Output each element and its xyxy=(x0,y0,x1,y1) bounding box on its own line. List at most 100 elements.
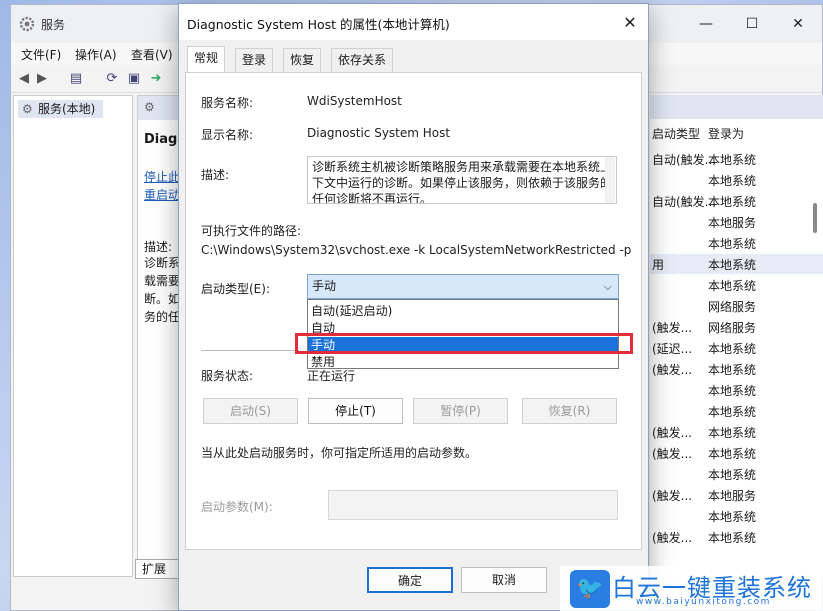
display-name-label: 显示名称: xyxy=(201,128,254,142)
row-startup-type[interactable]: (触发... xyxy=(652,361,692,378)
service-status-label: 服务状态: xyxy=(201,369,254,383)
dialog-close-button[interactable]: ✕ xyxy=(615,10,645,36)
console-tree: ⚙ 服务(本地) xyxy=(13,95,133,577)
row-startup-type[interactable]: (触发... xyxy=(652,424,692,441)
detail-desc-line: 务的任 xyxy=(144,310,181,324)
forward-arrow-icon[interactable]: ▶ xyxy=(33,70,51,88)
tab-recovery[interactable]: 恢复 xyxy=(283,48,322,72)
column-startup-type[interactable]: 启动类型 xyxy=(652,125,700,142)
bird-logo-icon: 🐦 xyxy=(570,570,610,608)
option-disabled[interactable]: 禁用 xyxy=(308,354,618,371)
detail-desc-line: 载需要 xyxy=(144,274,181,288)
row-logon-as[interactable]: 本地系统 xyxy=(708,361,756,378)
highlight-box xyxy=(295,333,633,354)
start-params-input[interactable] xyxy=(328,490,618,520)
row-logon-as[interactable]: 本地系统 xyxy=(708,424,756,441)
dialog-title: Diagnostic System Host 的属性(本地计算机) xyxy=(187,17,450,32)
chevron-down-icon: ⌵ xyxy=(603,280,612,293)
list-header-bar xyxy=(650,95,823,119)
row-logon-as[interactable]: 本地系统 xyxy=(708,529,756,546)
row-logon-as[interactable]: 本地系统 xyxy=(708,151,756,168)
start-params-label: 启动参数(M): xyxy=(201,500,273,514)
detail-service-title: Diagn xyxy=(144,132,180,147)
properties-dialog: Diagnostic System Host 的属性(本地计算机) ✕ 常规 登… xyxy=(178,3,649,611)
row-logon-as[interactable]: 本地系统 xyxy=(708,235,756,252)
startup-type-label: 启动类型(E): xyxy=(201,282,270,296)
row-startup-type[interactable]: (触发... xyxy=(652,445,692,462)
extended-tab[interactable]: 扩展 xyxy=(135,559,181,579)
services-list: 启动类型 登录为 自动(触发... 本地系统 本地系统 自动(触发... 本地系统 本地服… xyxy=(650,95,823,577)
divider xyxy=(201,350,299,351)
column-logon-as[interactable]: 登录为 xyxy=(708,125,744,142)
services-gear-icon xyxy=(19,16,35,32)
tab-logon[interactable]: 登录 xyxy=(235,48,274,72)
stop-button[interactable]: 停止(T) xyxy=(308,398,403,424)
display-name-value: Diagnostic System Host xyxy=(307,126,451,140)
row-logon-as[interactable]: 本地系统 xyxy=(708,403,756,420)
menu-file[interactable]: 文件(F) xyxy=(21,46,61,63)
row-logon-as[interactable]: 本地服务 xyxy=(708,214,756,231)
pause-button[interactable]: 暂停(P) xyxy=(413,398,508,424)
back-arrow-icon[interactable]: ◀ xyxy=(15,70,33,88)
refresh-list-icon[interactable]: ⟳ xyxy=(103,70,121,88)
detail-desc-line: 诊断系 xyxy=(144,256,181,270)
row-logon-as[interactable]: 本地系统 xyxy=(708,172,756,189)
tree-node-services-local[interactable]: ⚙ 服务(本地) xyxy=(18,100,103,118)
close-window-button[interactable]: ✕ xyxy=(775,5,821,43)
services-title: 服务 xyxy=(41,18,66,32)
detail-desc-label: 描述: xyxy=(144,240,173,254)
start-button[interactable]: 启动(S) xyxy=(203,398,298,424)
description-label: 描述: xyxy=(201,168,230,182)
resume-button[interactable]: 恢复(R) xyxy=(522,398,617,424)
stop-service-link[interactable]: 停止此 xyxy=(144,168,180,185)
row-logon-as[interactable]: 本地系统 xyxy=(708,466,756,483)
dialog-titlebar: Diagnostic System Host 的属性(本地计算机) ✕ xyxy=(179,4,648,40)
properties-icon[interactable]: ▣ xyxy=(125,70,143,88)
row-startup-type[interactable]: (触发... xyxy=(652,319,692,336)
row-logon-as[interactable]: 本地系统 xyxy=(708,508,756,525)
list-scrollbar[interactable] xyxy=(813,125,817,565)
service-detail-panel: ⚙ Diagn 停止此 重启动 描述: 诊断系 载需要 断。如 务的任 xyxy=(137,95,181,577)
startup-type-current: 手动 xyxy=(312,279,337,293)
watermark: 🐦 白云一键重装系统 www.baiyunxitong.com xyxy=(560,566,823,611)
row-startup-type[interactable]: 自动(触发... xyxy=(652,151,716,168)
row-startup-type[interactable]: (触发... xyxy=(652,529,692,546)
restart-service-link[interactable]: 重启动 xyxy=(144,186,180,203)
panel-header-gear-icon: ⚙ xyxy=(144,100,155,114)
row-startup-type[interactable]: (触发... xyxy=(652,487,692,504)
detail-desc-line: 断。如 xyxy=(144,292,181,306)
minimize-button[interactable]: — xyxy=(683,5,729,43)
row-logon-as[interactable]: 本地系统 xyxy=(708,382,756,399)
path-label: 可执行文件的路径: xyxy=(201,224,302,238)
row-startup-type[interactable]: 自动(触发... xyxy=(652,193,716,210)
row-logon-as[interactable]: 本地服务 xyxy=(708,487,756,504)
menu-view[interactable]: 查看(V) xyxy=(131,46,173,63)
row-logon-as[interactable]: 本地系统 xyxy=(708,340,756,357)
service-name-label: 服务名称: xyxy=(201,96,254,110)
scrollbar-thumb[interactable] xyxy=(813,203,817,233)
row-logon-as[interactable]: 本地系统 xyxy=(708,256,756,273)
maximize-button[interactable]: ☐ xyxy=(729,5,775,43)
tab-dependencies[interactable]: 依存关系 xyxy=(331,48,394,72)
export-icon[interactable]: ➜ xyxy=(147,70,165,88)
tree-node-label: 服务(本地) xyxy=(38,102,96,116)
watermark-url: www.baiyunxitong.com xyxy=(636,597,771,607)
row-startup-type[interactable]: (延迟... xyxy=(652,340,692,357)
console-tree-icon[interactable]: ▤ xyxy=(67,70,85,88)
description-scrollbar[interactable] xyxy=(605,157,615,203)
menu-action[interactable]: 操作(A) xyxy=(75,46,117,63)
description-textbox[interactable]: 诊断系统主机被诊断策略服务用来承载需要在本地系统上下文中运行的诊断。如果停止该服… xyxy=(307,156,617,204)
startup-type-select[interactable]: 手动 ⌵ xyxy=(307,274,619,299)
service-name-value: WdiSystemHost xyxy=(307,94,402,108)
cancel-button[interactable]: 取消 xyxy=(461,567,547,593)
path-value: C:\Windows\System32\svchost.exe -k Local… xyxy=(201,243,632,257)
row-logon-as[interactable]: 本地系统 xyxy=(708,277,756,294)
row-logon-as[interactable]: 网络服务 xyxy=(708,298,756,315)
row-logon-as[interactable]: 本地系统 xyxy=(708,445,756,462)
option-auto-delayed[interactable]: 自动(延迟启动) xyxy=(308,303,618,320)
ok-button[interactable]: 确定 xyxy=(367,567,453,593)
row-startup-type[interactable]: 用 xyxy=(652,256,664,273)
tab-general[interactable]: 常规 xyxy=(187,46,226,72)
row-logon-as[interactable]: 网络服务 xyxy=(708,319,756,336)
row-logon-as[interactable]: 本地系统 xyxy=(708,193,756,210)
